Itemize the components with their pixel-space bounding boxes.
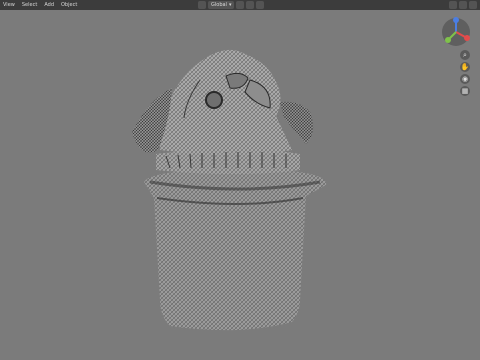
- viewport-navigation: ⌕ ✋ ◉ ▦: [460, 50, 470, 96]
- canopic-jar-wireframe: [132, 49, 327, 331]
- pan-hand-icon[interactable]: ✋: [460, 62, 470, 72]
- navigation-gizmo[interactable]: [440, 16, 472, 48]
- grid-icon[interactable]: ▦: [460, 86, 470, 96]
- camera-icon[interactable]: ◉: [460, 74, 470, 84]
- zoom-icon[interactable]: ⌕: [460, 50, 470, 60]
